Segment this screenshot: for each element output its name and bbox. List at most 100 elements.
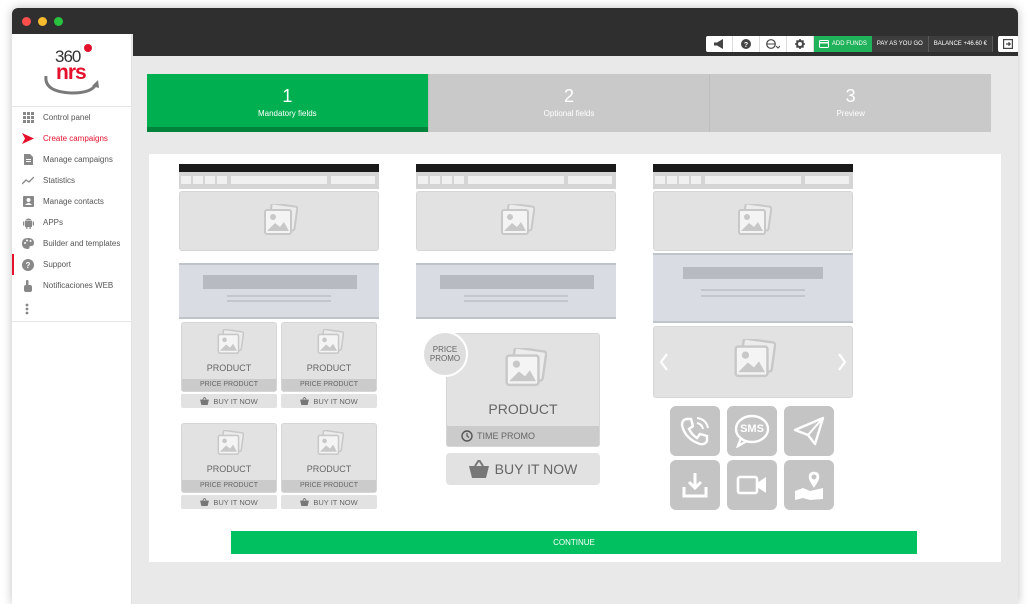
buy-now-label: BUY IT NOW [281,394,377,408]
announcements-button[interactable] [706,36,733,52]
template-product-grid[interactable]: PRODUCT PRICE PRODUCT PRODUCT PRICE PROD… [179,164,379,519]
help-circle-icon: ? [22,258,34,271]
product-card: PRODUCT PRICE PRODUCT [281,423,377,493]
sidebar-item-label: Control panel [43,113,91,122]
top-bar: ? ADD FUNDS PAY AS YOU GO BALANCE +46.60… [133,34,1018,56]
template-carousel [653,326,853,398]
product-price: PRICE PRODUCT [182,379,276,391]
sidebar-item-builder-templates[interactable]: Builder and templates [12,233,132,254]
product-title: PRODUCT [206,464,252,474]
template-actions[interactable]: SMS [653,164,853,510]
video-action [727,460,777,510]
template-hero-block [416,263,616,319]
template-promo-product[interactable]: PRODUCT TIME PROMO PRICE PROMO BUY IT NO… [416,164,616,519]
phone-icon [680,417,709,446]
step-number: 1 [282,86,293,106]
sidebar-item-label: Manage campaigns [43,155,113,164]
product-title: PRODUCT [206,363,252,373]
sidebar-item-label: APPs [43,218,64,227]
help-button[interactable]: ? [733,36,760,52]
price-promo-badge: PRICE PROMO [422,331,468,377]
sidebar-item-label: Statistics [43,176,76,185]
sidebar-item-statistics[interactable]: Statistics [12,170,132,191]
balance-label: BALANCE +46.60 € [933,41,987,47]
paper-plane-icon [793,416,825,446]
step-label: Optional fields [543,109,595,118]
gear-icon [794,39,805,49]
sms-action: SMS [727,406,777,456]
template-nav [179,172,379,189]
sidebar-item-label: Manage contacts [43,197,104,206]
buy-now-text: BUY IT NOW [213,396,258,406]
svg-text:?: ? [744,42,748,49]
map-pin-icon [795,470,823,500]
top-toolbar: ? ADD FUNDS PAY AS YOU GO BALANCE +46.60… [705,36,1018,52]
maximize-window-button[interactable] [54,17,63,26]
basket-icon [200,397,210,405]
buy-now-label: BUY IT NOW [181,495,277,509]
logo-dot [84,44,92,52]
image-placeholder-icon [505,348,547,387]
help-circle-icon: ? [740,39,751,49]
sms-text: SMS [740,423,764,435]
promo-buy-now: BUY IT NOW [446,453,600,485]
trend-line-icon [22,175,34,187]
image-placeholder-icon [734,339,776,378]
sidebar-item-create-campaigns[interactable]: Create campaigns [12,128,132,149]
close-window-button[interactable] [22,17,31,26]
sidebar: 360 nrs Control panel Create campaigns M… [12,34,132,604]
step-label: Preview [836,109,865,118]
sidebar-more-button[interactable] [12,296,132,322]
sidebar-item-apps[interactable]: APPs [12,212,132,233]
logo-swoosh-icon [44,75,99,95]
pointer-hand-icon [22,279,34,292]
template-banner-image [416,191,616,251]
template-browser-bar [416,164,616,172]
sidebar-item-web-notifications[interactable]: Notificaciones WEB [12,275,132,296]
call-action [670,406,720,456]
step-optional-fields[interactable]: 2 Optional fields [427,74,710,132]
template-hero-block [653,253,853,323]
step-preview[interactable]: 3 Preview [709,74,991,132]
step-mandatory-fields[interactable]: 1 Mandatory fields [147,74,428,132]
promo-product-title: PRODUCT [488,401,558,417]
add-funds-button[interactable]: ADD FUNDS [813,36,872,52]
send-icon [22,133,34,145]
map-action [784,460,834,510]
sidebar-item-manage-contacts[interactable]: Manage contacts [12,191,132,212]
badge-line2: PROMO [429,354,461,363]
grid-icon [22,112,34,124]
add-funds-label: ADD FUNDS [831,41,867,47]
time-promo-text: TIME PROMO [477,431,535,441]
contact-card-icon [22,196,34,208]
pay-as-you-go-button[interactable]: PAY AS YOU GO [871,36,929,52]
template-selection-panel: PRODUCT PRICE PRODUCT PRODUCT PRICE PROD… [149,154,1001,562]
step-label: Mandatory fields [257,109,317,118]
basket-icon [468,460,489,478]
sidebar-menu: Control panel Create campaigns Manage ca… [12,106,132,322]
sidebar-item-manage-campaigns[interactable]: Manage campaigns [12,149,132,170]
continue-button[interactable]: CONTINUE [231,531,917,554]
balance-display: BALANCE +46.60 € [928,36,993,52]
template-banner-image [653,191,853,251]
android-icon [22,217,34,229]
clock-icon [461,430,473,442]
sidebar-item-label: Builder and templates [43,239,121,248]
svg-text:?: ? [26,261,31,270]
download-action [670,460,720,510]
image-placeholder-icon [317,430,344,455]
product-price: PRICE PRODUCT [182,480,276,492]
settings-button[interactable] [787,36,814,52]
language-selector[interactable] [760,36,787,52]
buy-now-label: BUY IT NOW [181,394,277,408]
sidebar-item-control-panel[interactable]: Control panel [12,107,132,128]
basket-icon [300,498,310,506]
sidebar-item-support[interactable]: ? Support [12,254,132,275]
buy-now-text: BUY IT NOW [213,497,258,507]
logout-icon [1003,39,1013,49]
logout-button[interactable] [998,36,1018,52]
template-banner-image [179,191,379,251]
minimize-window-button[interactable] [38,17,47,26]
logo[interactable]: 360 nrs [42,44,102,95]
sidebar-item-label: Notificaciones WEB [43,281,114,290]
